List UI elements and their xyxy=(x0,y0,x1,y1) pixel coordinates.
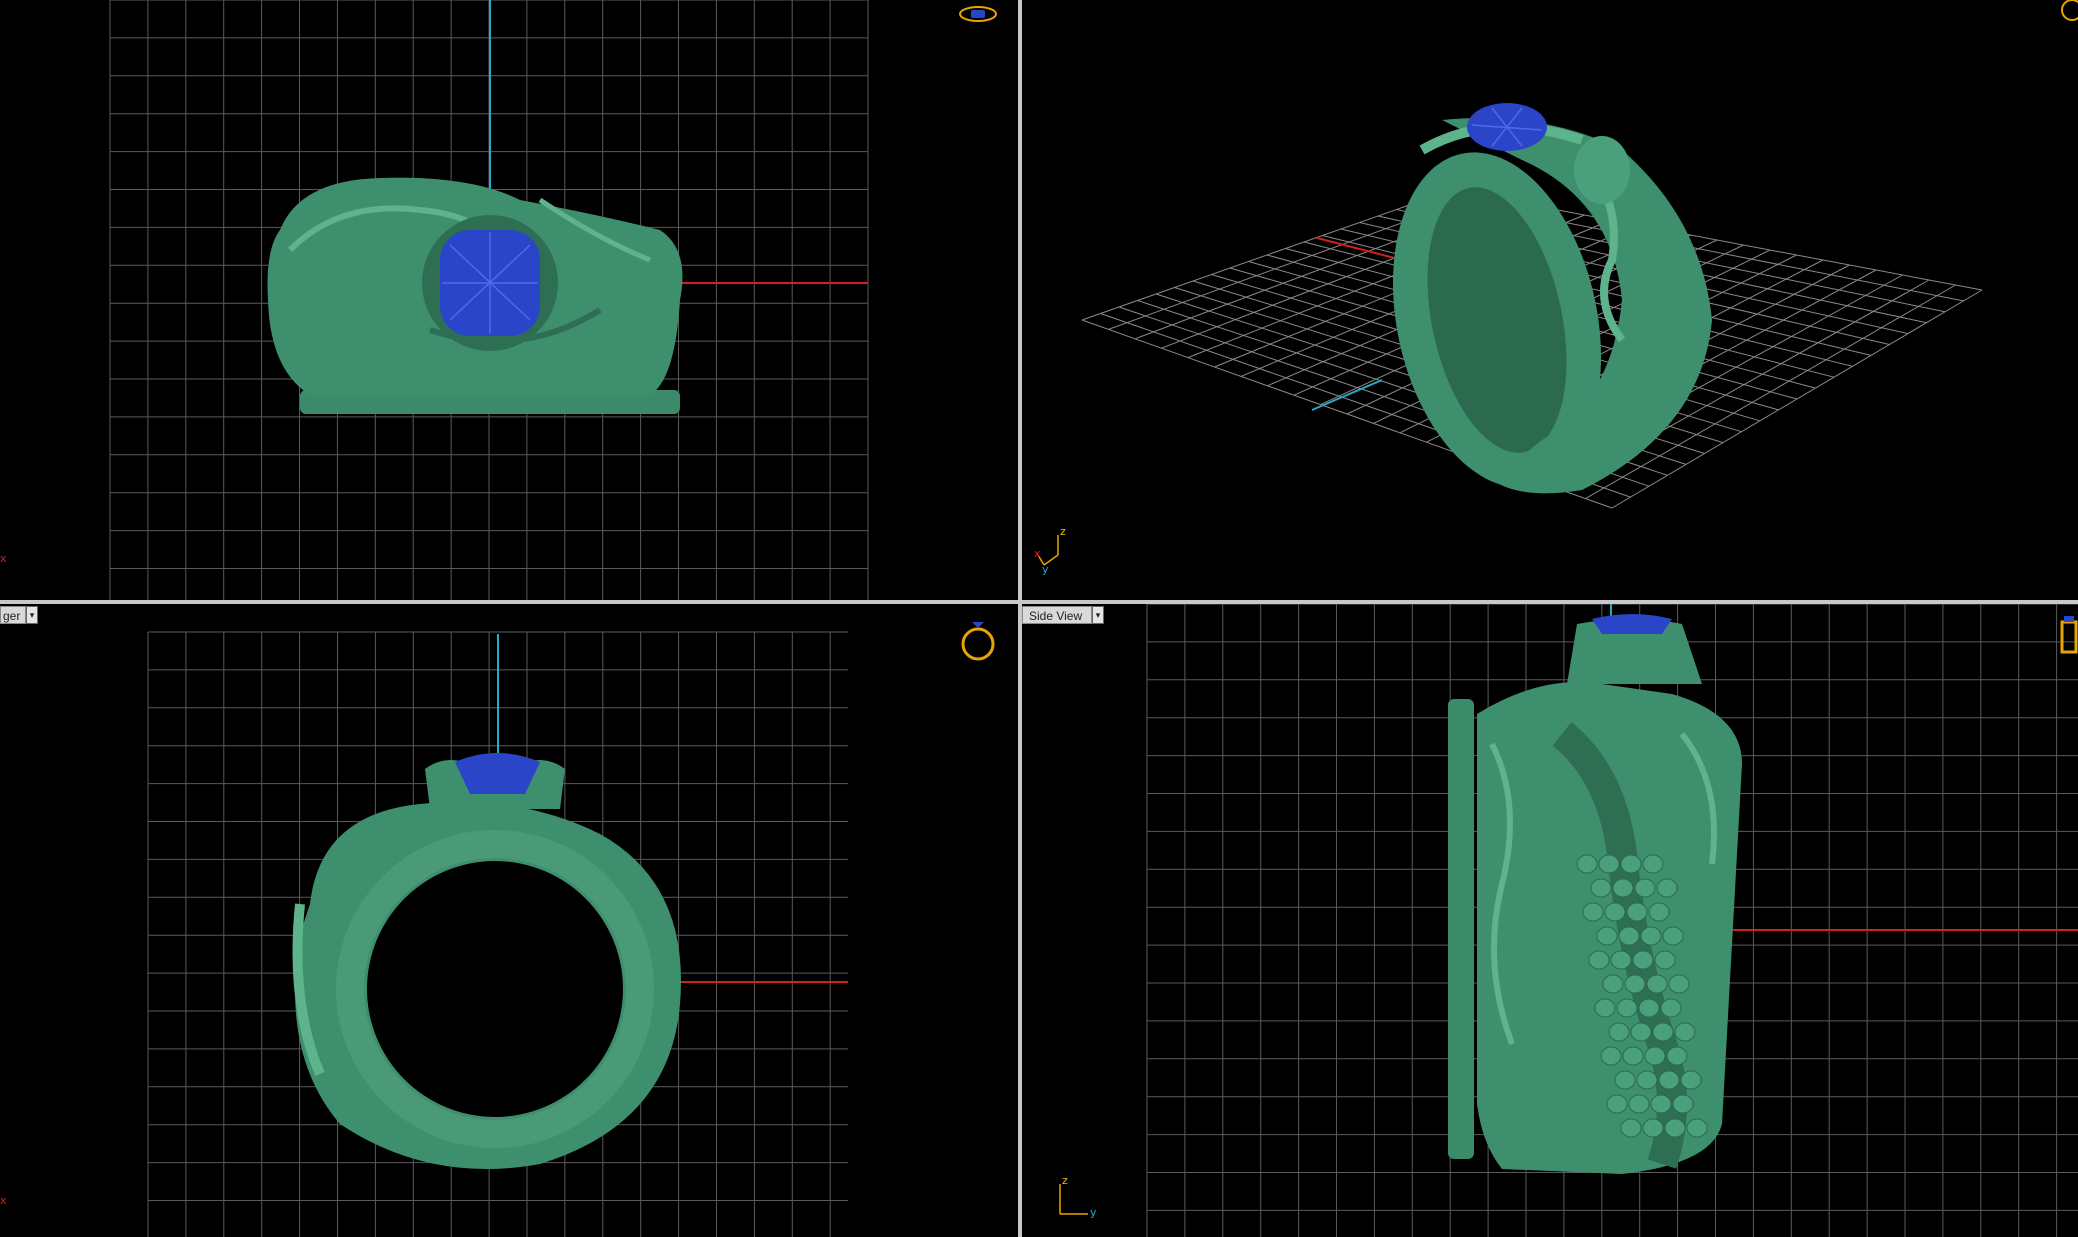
ring-model[interactable] xyxy=(267,177,683,414)
axis-label-x: x xyxy=(1034,547,1041,560)
axis-label-y: y xyxy=(1090,1206,1097,1219)
dropdown-arrow-icon[interactable]: ▾ xyxy=(1092,606,1104,624)
scale-texture xyxy=(1626,902,1648,922)
scale-texture xyxy=(1610,950,1632,970)
scale-texture xyxy=(1642,1118,1664,1138)
scale-texture xyxy=(1612,878,1634,898)
viewport-top[interactable]: x xyxy=(0,0,1018,600)
scale-texture xyxy=(1596,926,1618,946)
scale-texture xyxy=(1646,974,1668,994)
axis-gizmo-icon: x xyxy=(0,1194,7,1207)
ring-top-view-icon[interactable] xyxy=(958,4,998,24)
axis-gizmo-icon: z y xyxy=(1058,1174,1108,1224)
scale-texture xyxy=(1634,878,1656,898)
scale-texture xyxy=(1658,1070,1680,1090)
scale-texture xyxy=(1616,998,1638,1018)
scale-texture xyxy=(1640,926,1662,946)
scale-texture xyxy=(1604,902,1626,922)
viewport-side-canvas xyxy=(1146,604,2078,1237)
scale-texture xyxy=(1606,1094,1628,1114)
ring-perspective-icon[interactable] xyxy=(2052,0,2078,26)
scale-texture xyxy=(1618,926,1640,946)
scale-texture xyxy=(1582,902,1604,922)
viewport-name-label[interactable]: ger xyxy=(0,606,26,624)
axis-gizmo-icon: x z y xyxy=(1034,525,1074,576)
scale-texture xyxy=(1674,1022,1696,1042)
scale-texture xyxy=(1686,1118,1708,1138)
scale-texture xyxy=(1614,1070,1636,1090)
ring-side-icon[interactable] xyxy=(2060,616,2078,656)
scale-texture xyxy=(1628,1094,1650,1114)
scale-texture xyxy=(1636,1070,1658,1090)
scale-texture xyxy=(1652,1022,1674,1042)
ring-model[interactable] xyxy=(1448,614,1742,1174)
axis-label-z: z xyxy=(1062,1174,1068,1187)
dropdown-arrow-icon[interactable]: ▾ xyxy=(26,606,38,624)
scale-texture xyxy=(1650,1094,1672,1114)
scale-texture xyxy=(1660,998,1682,1018)
axis-label-z: z xyxy=(1060,525,1066,538)
scale-texture xyxy=(1656,878,1678,898)
ring-model[interactable] xyxy=(1364,103,1712,507)
scale-texture xyxy=(1654,950,1676,970)
scale-texture xyxy=(1602,974,1624,994)
viewport-name-label[interactable]: Side View xyxy=(1022,606,1092,624)
ring-front-icon[interactable] xyxy=(958,614,998,664)
scale-texture xyxy=(1666,1046,1688,1066)
scale-texture xyxy=(1576,854,1598,874)
scale-texture xyxy=(1588,950,1610,970)
viewport-front[interactable]: ger ▾ x xyxy=(0,604,1018,1237)
viewport-front-canvas xyxy=(147,631,848,1237)
scale-texture xyxy=(1608,1022,1630,1042)
scale-texture xyxy=(1600,1046,1622,1066)
scale-texture xyxy=(1648,902,1670,922)
scale-texture xyxy=(1620,1118,1642,1138)
viewport-top-canvas xyxy=(109,0,869,600)
scale-texture xyxy=(1672,1094,1694,1114)
axis-gizmo-icon: x xyxy=(0,552,7,565)
scale-texture xyxy=(1668,974,1690,994)
scale-texture xyxy=(1624,974,1646,994)
scale-texture xyxy=(1598,854,1620,874)
axis-label-y: y xyxy=(1042,563,1049,576)
scale-texture xyxy=(1664,1118,1686,1138)
scale-texture xyxy=(1632,950,1654,970)
scale-texture xyxy=(1630,1022,1652,1042)
scale-texture xyxy=(1642,854,1664,874)
scale-texture xyxy=(1620,854,1642,874)
scale-texture xyxy=(1680,1070,1702,1090)
ring-model[interactable] xyxy=(292,753,681,1169)
viewport-perspective[interactable]: x z y xyxy=(1022,0,2078,600)
scale-texture xyxy=(1638,998,1660,1018)
scale-texture xyxy=(1622,1046,1644,1066)
viewport-side[interactable]: Side View ▾ z y xyxy=(1022,604,2078,1237)
scale-texture xyxy=(1644,1046,1666,1066)
scale-texture xyxy=(1594,998,1616,1018)
viewport-perspective-canvas xyxy=(1081,103,1983,509)
scale-texture xyxy=(1590,878,1612,898)
scale-texture xyxy=(1662,926,1684,946)
